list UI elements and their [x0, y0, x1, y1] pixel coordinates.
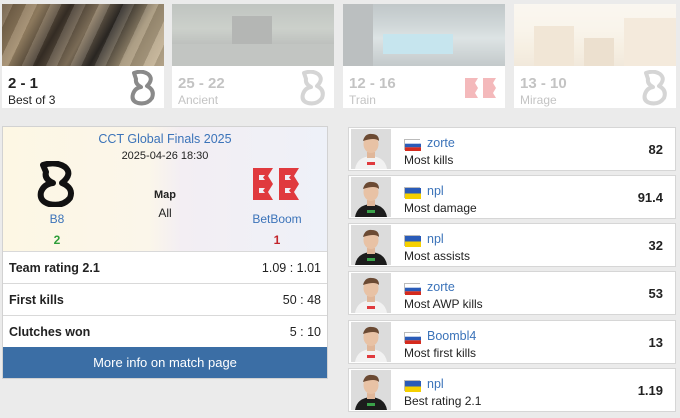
player-photo[interactable] — [351, 177, 391, 217]
series-score: 2 - 1 — [8, 75, 39, 92]
player-photo[interactable] — [351, 225, 391, 265]
player-highlight-card[interactable]: Boombl4 Most first kills 13 — [348, 320, 676, 364]
player-highlight-card[interactable]: npl Best rating 2.1 1.19 — [348, 368, 676, 412]
stat-label: Clutches won — [9, 325, 91, 339]
player-highlight-card[interactable]: zorte Most AWP kills 53 — [348, 271, 676, 315]
highlight-label: Best rating 2.1 — [404, 394, 482, 408]
stat-row-clutches: Clutches won 5 : 10 — [3, 315, 327, 347]
russia-flag-icon — [404, 332, 421, 344]
highlight-label: Most AWP kills — [404, 297, 483, 311]
map-card-ancient[interactable]: 25 - 22 Ancient — [172, 4, 334, 108]
map-card-overview[interactable]: 2 - 1 Best of 3 — [2, 4, 164, 108]
betboom-logo-icon — [465, 78, 496, 98]
more-info-button[interactable]: More info on match page — [3, 347, 327, 378]
player-highlight-card[interactable]: zorte Most kills 82 — [348, 127, 676, 171]
stat-row-team-rating: Team rating 2.1 1.09 : 1.01 — [3, 251, 327, 283]
team2-name[interactable]: BetBoom — [227, 212, 327, 226]
event-title[interactable]: CCT Global Finals 2025 — [3, 132, 327, 146]
highlight-label: Most damage — [404, 201, 477, 215]
map-name: Train — [349, 93, 376, 107]
player-name[interactable]: zorte — [427, 280, 455, 294]
highlight-value: 32 — [648, 238, 663, 253]
player-photo[interactable] — [351, 322, 391, 362]
russia-flag-icon — [404, 139, 421, 151]
player-highlight-card[interactable]: npl Most assists 32 — [348, 223, 676, 267]
ukraine-flag-icon — [404, 380, 421, 392]
player-photo[interactable] — [351, 273, 391, 313]
map-name: Ancient — [178, 93, 219, 107]
stat-value: 50 : 48 — [282, 293, 321, 307]
stat-value: 5 : 10 — [289, 325, 321, 339]
b8-logo-icon — [642, 70, 667, 106]
highlight-label: Most assists — [404, 249, 471, 263]
highlight-value: 91.4 — [637, 190, 663, 205]
series-format: Best of 3 — [8, 93, 56, 107]
highlight-label: Most kills — [404, 153, 454, 167]
ukraine-flag-icon — [404, 187, 421, 199]
player-photo[interactable] — [351, 370, 391, 410]
map-score: 25 - 22 — [178, 75, 225, 92]
player-name[interactable]: npl — [427, 377, 444, 391]
map-thumbnail — [172, 4, 334, 66]
stat-row-first-kills: First kills 50 : 48 — [3, 283, 327, 315]
map-card-train[interactable]: 12 - 16 Train — [343, 4, 505, 108]
team1-score: 2 — [53, 233, 61, 247]
team1-name[interactable]: B8 — [7, 212, 107, 226]
stat-value: 1.09 : 1.01 — [261, 261, 321, 275]
map-score: 13 - 10 — [520, 75, 567, 92]
stat-label: Team rating 2.1 — [9, 261, 100, 275]
map-thumbnail — [514, 4, 676, 66]
map-thumbnail — [2, 4, 164, 66]
player-photo[interactable] — [351, 129, 391, 169]
player-name[interactable]: Boombl4 — [427, 329, 476, 343]
highlight-value: 53 — [648, 286, 663, 301]
player-name[interactable]: npl — [427, 184, 444, 198]
betboom-team-logo-icon[interactable] — [251, 165, 303, 205]
highlight-value: 1.19 — [637, 383, 663, 398]
map-name: Mirage — [520, 93, 557, 107]
map-thumbnail — [343, 4, 505, 66]
map-value: All — [158, 206, 172, 220]
highlight-value: 82 — [648, 142, 663, 157]
player-highlight-card[interactable]: npl Most damage 91.4 — [348, 175, 676, 219]
map-card-mirage[interactable]: 13 - 10 Mirage — [514, 4, 676, 108]
b8-team-logo-icon[interactable] — [34, 161, 80, 207]
b8-logo-icon — [300, 70, 325, 106]
ukraine-flag-icon — [404, 235, 421, 247]
match-summary: CCT Global Finals 2025 2025-04-26 18:30 … — [2, 126, 328, 379]
map-score: 12 - 16 — [349, 75, 396, 92]
russia-flag-icon — [404, 283, 421, 295]
map-label: Map — [154, 189, 176, 201]
stat-label: First kills — [9, 293, 64, 307]
player-name[interactable]: npl — [427, 232, 444, 246]
highlight-value: 13 — [648, 335, 663, 350]
player-name[interactable]: zorte — [427, 136, 455, 150]
b8-logo-icon — [130, 70, 155, 106]
team2-score: 1 — [273, 233, 281, 247]
highlight-label: Most first kills — [404, 346, 476, 360]
